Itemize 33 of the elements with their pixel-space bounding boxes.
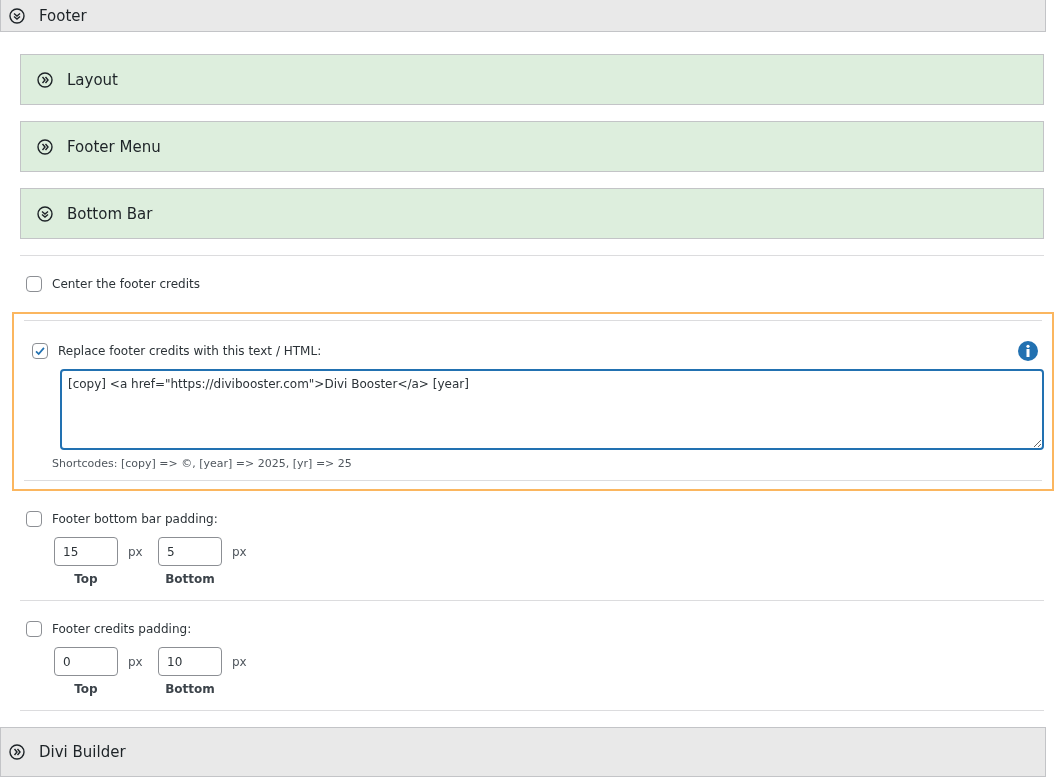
double-chevron-down-icon <box>9 8 25 25</box>
number-field[interactable]: 0 <box>54 647 118 677</box>
unit-label: px <box>232 544 247 559</box>
number-field[interactable]: 10 <box>158 647 222 677</box>
checkbox[interactable] <box>26 276 42 293</box>
subsection-header[interactable]: Footer Menu <box>20 121 1044 173</box>
checkbox[interactable] <box>26 621 42 638</box>
checkbox[interactable] <box>26 511 42 528</box>
section-header[interactable]: Footer <box>0 0 1046 33</box>
number-field[interactable]: 5 <box>158 537 222 567</box>
option-label: Footer credits padding: <box>52 622 192 637</box>
double-chevron-right-icon <box>37 71 53 88</box>
double-chevron-down-icon <box>37 205 53 222</box>
double-chevron-right-icon <box>37 138 53 155</box>
unit-label: px <box>232 654 247 669</box>
unit-label: px <box>128 654 143 669</box>
info-icon[interactable] <box>1018 341 1038 362</box>
unit-label: px <box>128 544 143 559</box>
field-label: Top <box>73 682 99 697</box>
option-label: Footer bottom bar padding: <box>52 512 218 527</box>
subsection-header[interactable]: Layout <box>20 54 1044 106</box>
field-label: Bottom <box>164 572 216 587</box>
checkbox[interactable] <box>32 343 48 360</box>
double-chevron-right-icon <box>9 744 25 761</box>
field-label: Top <box>73 572 99 587</box>
section-header[interactable]: Divi Builder <box>0 727 1046 777</box>
subsection-header[interactable]: Bottom Bar <box>20 188 1044 240</box>
html-text-field[interactable]: [copy] <a href="https://divibooster.com">Divi Booster</a> [year] <box>60 369 1044 451</box>
field-label: Bottom <box>164 682 216 697</box>
hint-text: Shortcodes: [copy] => ©, [year] => 2025, [yr] => 25 <box>52 457 353 471</box>
number-field[interactable]: 15 <box>54 537 118 567</box>
option-label: Replace footer credits with this text / HTML: <box>58 344 322 359</box>
option-label: Center the footer credits <box>52 277 200 292</box>
